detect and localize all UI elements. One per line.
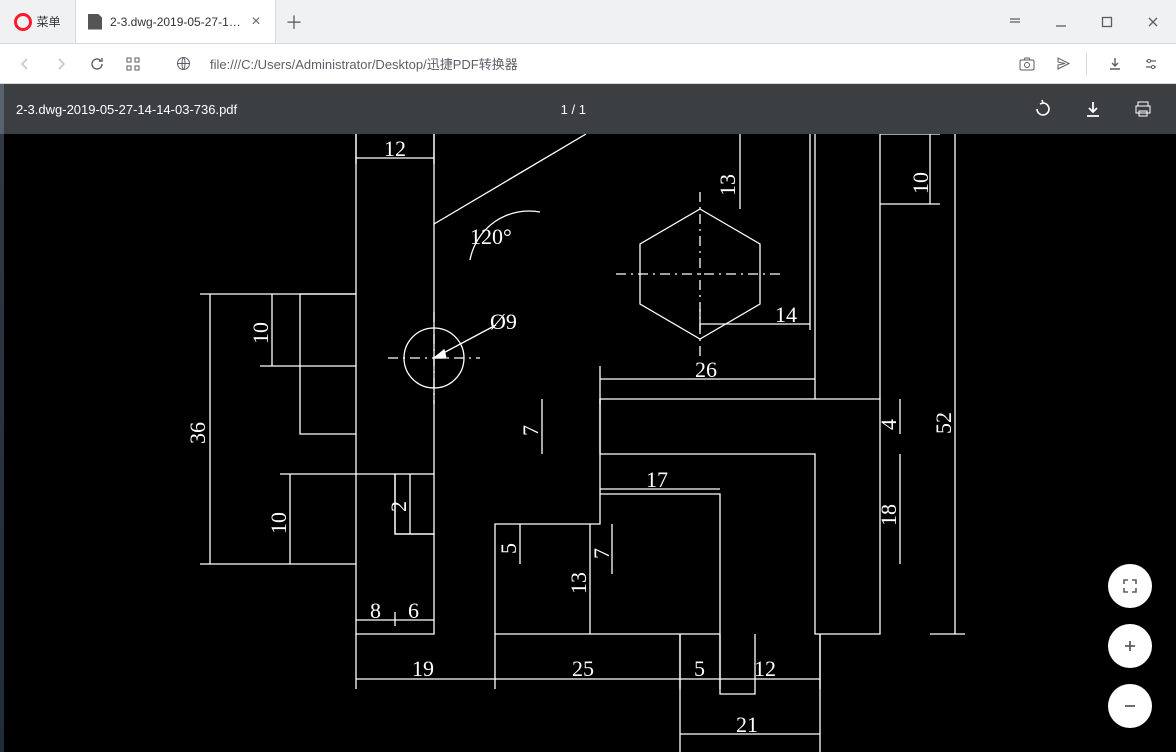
tab-active[interactable]: 2-3.dwg-2019-05-27-14… × — [76, 0, 276, 43]
dim-7-mid: 7 — [518, 425, 543, 436]
plus-icon — [1122, 638, 1138, 654]
url-display[interactable]: file:///C:/Users/Administrator/Desktop/迅… — [210, 54, 1000, 73]
chevron-right-icon — [54, 57, 68, 71]
camera-icon — [1019, 57, 1035, 71]
dim-17: 17 — [646, 467, 668, 492]
nav-back-button[interactable] — [10, 50, 40, 78]
dim-26: 26 — [695, 357, 717, 382]
print-icon — [1133, 99, 1153, 119]
opera-menu-label: 菜单 — [36, 13, 60, 30]
pdf-fit-button[interactable] — [1108, 564, 1152, 608]
new-tab-button[interactable]: ＋ — [276, 0, 312, 43]
dim-25: 25 — [572, 656, 594, 681]
site-info-button[interactable] — [168, 50, 198, 78]
tabs-container: 2-3.dwg-2019-05-27-14… × ＋ — [76, 0, 992, 43]
pdf-page-indicator: 1 / 1 — [561, 102, 586, 117]
pdf-rotate-button[interactable] — [1026, 92, 1060, 126]
grid-icon — [126, 57, 140, 71]
nav-forward-button[interactable] — [46, 50, 76, 78]
tab-close-button[interactable]: × — [249, 15, 263, 29]
globe-icon — [176, 56, 191, 71]
pdf-filename: 2-3.dwg-2019-05-27-14-14-03-736.pdf — [16, 102, 237, 117]
reload-icon — [90, 56, 105, 71]
dim-18: 18 — [876, 504, 901, 526]
dim-5-bot: 5 — [694, 656, 705, 681]
pdf-viewer-toolbar: 2-3.dwg-2019-05-27-14-14-03-736.pdf 1 / … — [0, 84, 1176, 134]
send-button[interactable] — [1048, 50, 1078, 78]
minimize-icon — [1055, 16, 1067, 28]
dim-120deg: 120° — [470, 224, 512, 249]
window-maximize-button[interactable] — [1084, 0, 1130, 43]
dim-14: 14 — [775, 302, 797, 327]
download-icon — [1083, 99, 1103, 119]
sliders-icon — [1144, 57, 1158, 71]
opera-logo-icon — [14, 13, 32, 31]
file-icon — [88, 14, 102, 30]
speed-dial-button[interactable] — [118, 50, 148, 78]
dim-7-low: 7 — [589, 548, 614, 559]
dim-6: 6 — [408, 598, 419, 623]
pdf-download-button[interactable] — [1076, 92, 1110, 126]
tab-title: 2-3.dwg-2019-05-27-14… — [110, 15, 241, 29]
maximize-icon — [1101, 16, 1113, 28]
chevron-left-icon — [18, 57, 32, 71]
close-icon — [1147, 16, 1159, 28]
dim-19: 19 — [412, 656, 434, 681]
dim-12-bot: 12 — [754, 656, 776, 681]
window-collapse-button[interactable] — [992, 0, 1038, 43]
cad-drawing: 12 120° Ø9 13 10 14 26 10 36 10 2 7 4 52… — [0, 134, 1176, 752]
rotate-icon — [1033, 99, 1053, 119]
url-text: file:///C:/Users/Administrator/Desktop/迅… — [210, 54, 518, 73]
pdf-zoom-out-button[interactable] — [1108, 684, 1152, 728]
dim-21: 21 — [736, 712, 758, 737]
dim-8: 8 — [370, 598, 381, 623]
minus-icon — [1122, 698, 1138, 714]
snapshot-button[interactable] — [1012, 50, 1042, 78]
dim-13-low: 13 — [566, 572, 591, 594]
dim-2: 2 — [386, 501, 411, 512]
download-button[interactable] — [1100, 50, 1130, 78]
opera-menu-button[interactable]: 菜单 — [0, 0, 76, 43]
window-minimize-button[interactable] — [1038, 0, 1084, 43]
collapse-icon — [1008, 15, 1022, 29]
tab-strip: 菜单 2-3.dwg-2019-05-27-14… × ＋ — [0, 0, 1176, 44]
pdf-canvas[interactable]: 12 120° Ø9 13 10 14 26 10 36 10 2 7 4 52… — [0, 134, 1176, 752]
pdf-fab-column — [1108, 564, 1152, 728]
nav-reload-button[interactable] — [82, 50, 112, 78]
window-close-button[interactable] — [1130, 0, 1176, 43]
download-icon — [1108, 57, 1122, 71]
dim-12: 12 — [384, 136, 406, 161]
fit-icon — [1122, 578, 1138, 594]
dim-36: 36 — [185, 422, 210, 444]
dim-10-tr: 10 — [908, 172, 933, 194]
dim-10-ll: 10 — [266, 512, 291, 534]
pdf-zoom-in-button[interactable] — [1108, 624, 1152, 668]
dim-5-up: 5 — [496, 543, 521, 554]
window-controls — [992, 0, 1176, 43]
send-icon — [1056, 56, 1071, 71]
dim-52: 52 — [931, 412, 956, 434]
address-bar: file:///C:/Users/Administrator/Desktop/迅… — [0, 44, 1176, 84]
dim-13: 13 — [715, 174, 740, 196]
easy-setup-button[interactable] — [1136, 50, 1166, 78]
pdf-print-button[interactable] — [1126, 92, 1160, 126]
dim-4: 4 — [876, 419, 901, 430]
dim-dia9: Ø9 — [490, 309, 517, 334]
dim-10-lu: 10 — [248, 322, 273, 344]
